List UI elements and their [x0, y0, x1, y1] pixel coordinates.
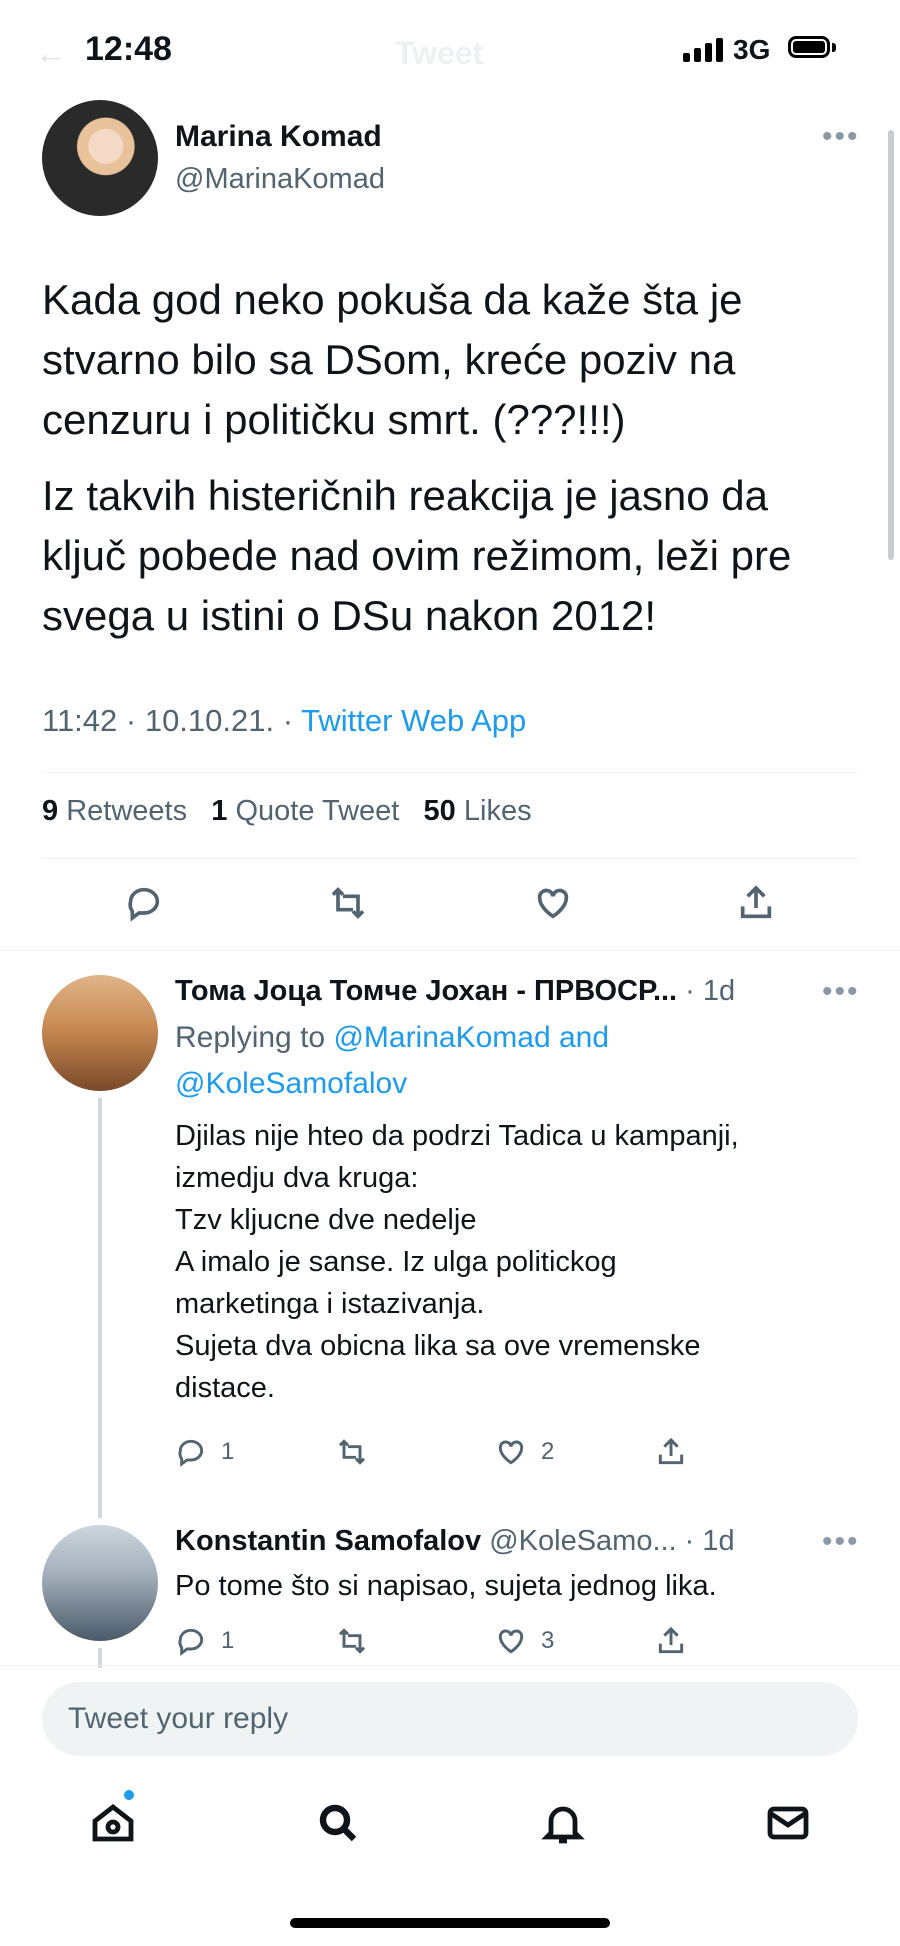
reply-text: Djilas nije hteo da podrzi Tadica u kamp…	[175, 1115, 855, 1409]
quotes-stat[interactable]: 1 Quote Tweet	[211, 795, 399, 827]
retweet-action[interactable]	[335, 1436, 495, 1468]
tweet-text: Kada god neko pokuša da kaže šta je stva…	[42, 270, 862, 662]
notification-dot	[124, 1790, 134, 1800]
tweet-stats: 9 Retweets 1 Quote Tweet 50 Likes	[42, 795, 532, 828]
reply-line: izmedju dva kruga:	[175, 1162, 419, 1194]
reply-time: · 1d	[677, 975, 736, 1007]
reply-text: Po tome što si napisao, sujeta jednog li…	[175, 1570, 717, 1602]
home-indicator[interactable]	[290, 1918, 610, 1928]
reply-author-name[interactable]: Тома Јоца Томче Јохан - ПРВОСР...	[175, 975, 677, 1007]
reply-icon	[178, 1439, 204, 1467]
replying-and: and	[550, 1021, 610, 1054]
tweet-source-link[interactable]: Twitter Web App	[301, 703, 526, 738]
divider	[0, 1665, 900, 1666]
share-action[interactable]	[655, 1625, 815, 1657]
mention-link[interactable]: @MarinaKomad	[333, 1021, 550, 1054]
battery-icon	[788, 36, 830, 58]
thread-line	[98, 1098, 102, 1518]
reply-author-name[interactable]: Konstantin Samofalov	[175, 1525, 481, 1557]
like-action[interactable]: 2	[495, 1436, 655, 1468]
likes-label: Likes	[455, 795, 532, 827]
network-label: 3G	[733, 34, 771, 65]
share-icon	[658, 1437, 684, 1465]
like-icon	[498, 1629, 524, 1654]
divider	[42, 772, 858, 773]
replying-prefix: Replying to	[175, 1021, 334, 1054]
retweets-label: Retweets	[58, 795, 188, 827]
back-arrow-icon[interactable]: ←	[35, 35, 67, 72]
reply-line: Djilas nije hteo da podrzi Tadica u kamp…	[175, 1120, 739, 1152]
reply-line: A imalo je sanse. Iz ulga politickog	[175, 1246, 617, 1278]
reply-avatar[interactable]	[42, 1525, 158, 1641]
like-icon	[498, 1440, 524, 1465]
share-icon	[658, 1626, 684, 1654]
reply-icon	[178, 1628, 204, 1656]
retweets-count: 9	[42, 795, 59, 827]
likes-stat[interactable]: 50 Likes	[424, 795, 532, 827]
reply-actions: 1 2	[175, 1436, 815, 1468]
like-action[interactable]: 3	[495, 1625, 655, 1657]
like-count: 2	[541, 1438, 555, 1465]
author-name[interactable]: Marina Komad	[175, 120, 382, 154]
retweets-stat[interactable]: 9 Retweets	[42, 795, 187, 827]
reply-header: Тома Јоца Томче Јохан - ПРВОСР... · 1d	[175, 975, 835, 1008]
quotes-count: 1	[211, 795, 228, 827]
status-time: 12:48	[85, 30, 172, 68]
like-count: 3	[541, 1627, 555, 1654]
more-options-icon[interactable]: •••	[822, 120, 860, 154]
author-avatar[interactable]	[42, 100, 158, 216]
tweet-paragraph: Iz takvih histeričnih reakcija je jasno …	[42, 472, 792, 639]
reply-avatar[interactable]	[42, 975, 158, 1091]
reply-line: Tzv kljucne dve nedelje	[175, 1204, 477, 1236]
like-icon[interactable]	[533, 883, 573, 928]
retweet-icon[interactable]	[327, 883, 369, 928]
reply-count: 1	[221, 1438, 235, 1465]
retweet-icon	[338, 1439, 366, 1465]
reply-count: 1	[221, 1627, 235, 1654]
retweet-action[interactable]	[335, 1625, 495, 1657]
reply-icon[interactable]	[124, 883, 164, 928]
home-icon[interactable]	[89, 1799, 137, 1852]
replying-to: Replying to @MarinaKomad and @KoleSamofa…	[175, 1015, 855, 1107]
reply-actions: 1 3	[175, 1625, 815, 1657]
mention-link[interactable]: @KoleSamofalov	[175, 1067, 407, 1100]
share-icon[interactable]	[736, 883, 776, 928]
reply-placeholder: Tweet your reply	[68, 1702, 289, 1735]
reply-handle[interactable]: @KoleSamo...	[481, 1525, 676, 1557]
bottom-tab-bar	[0, 1780, 900, 1870]
divider	[42, 858, 858, 859]
share-action[interactable]	[655, 1436, 815, 1468]
reply-more-icon[interactable]: •••	[822, 975, 860, 1009]
tweet-meta: 11:42 · 10.10.21. · Twitter Web App	[42, 703, 526, 739]
reply-line: Sujeta dva obicna lika sa ove vremenske	[175, 1330, 701, 1362]
tweet-paragraph: Kada god neko pokuša da kaže šta je stva…	[42, 276, 743, 443]
scrollbar[interactable]	[888, 130, 894, 560]
reply-header: Konstantin Samofalov @KoleSamo... · 1d	[175, 1525, 835, 1558]
reply-line: marketinga i istazivanja.	[175, 1288, 485, 1320]
reply-action[interactable]: 1	[175, 1436, 335, 1468]
quotes-label: Quote Tweet	[227, 795, 400, 827]
tweet-actions	[42, 860, 858, 950]
battery-tip	[832, 43, 836, 52]
reply-action[interactable]: 1	[175, 1625, 335, 1657]
signal-icon	[683, 36, 723, 62]
reply-line: distace.	[175, 1372, 275, 1404]
tweet-reply-input[interactable]: Tweet your reply	[42, 1682, 858, 1756]
retweet-icon	[338, 1628, 366, 1654]
reply-more-icon[interactable]: •••	[822, 1525, 860, 1559]
reply-time: · 1d	[676, 1525, 735, 1557]
messages-icon[interactable]	[764, 1799, 812, 1852]
search-icon[interactable]	[314, 1799, 362, 1852]
author-handle[interactable]: @MarinaKomad	[175, 163, 385, 196]
tweet-timestamp: 11:42 · 10.10.21. ·	[42, 703, 302, 738]
divider	[0, 950, 900, 951]
header-title: Tweet	[395, 35, 484, 71]
notifications-icon[interactable]	[539, 1799, 587, 1852]
likes-count: 50	[423, 795, 456, 827]
